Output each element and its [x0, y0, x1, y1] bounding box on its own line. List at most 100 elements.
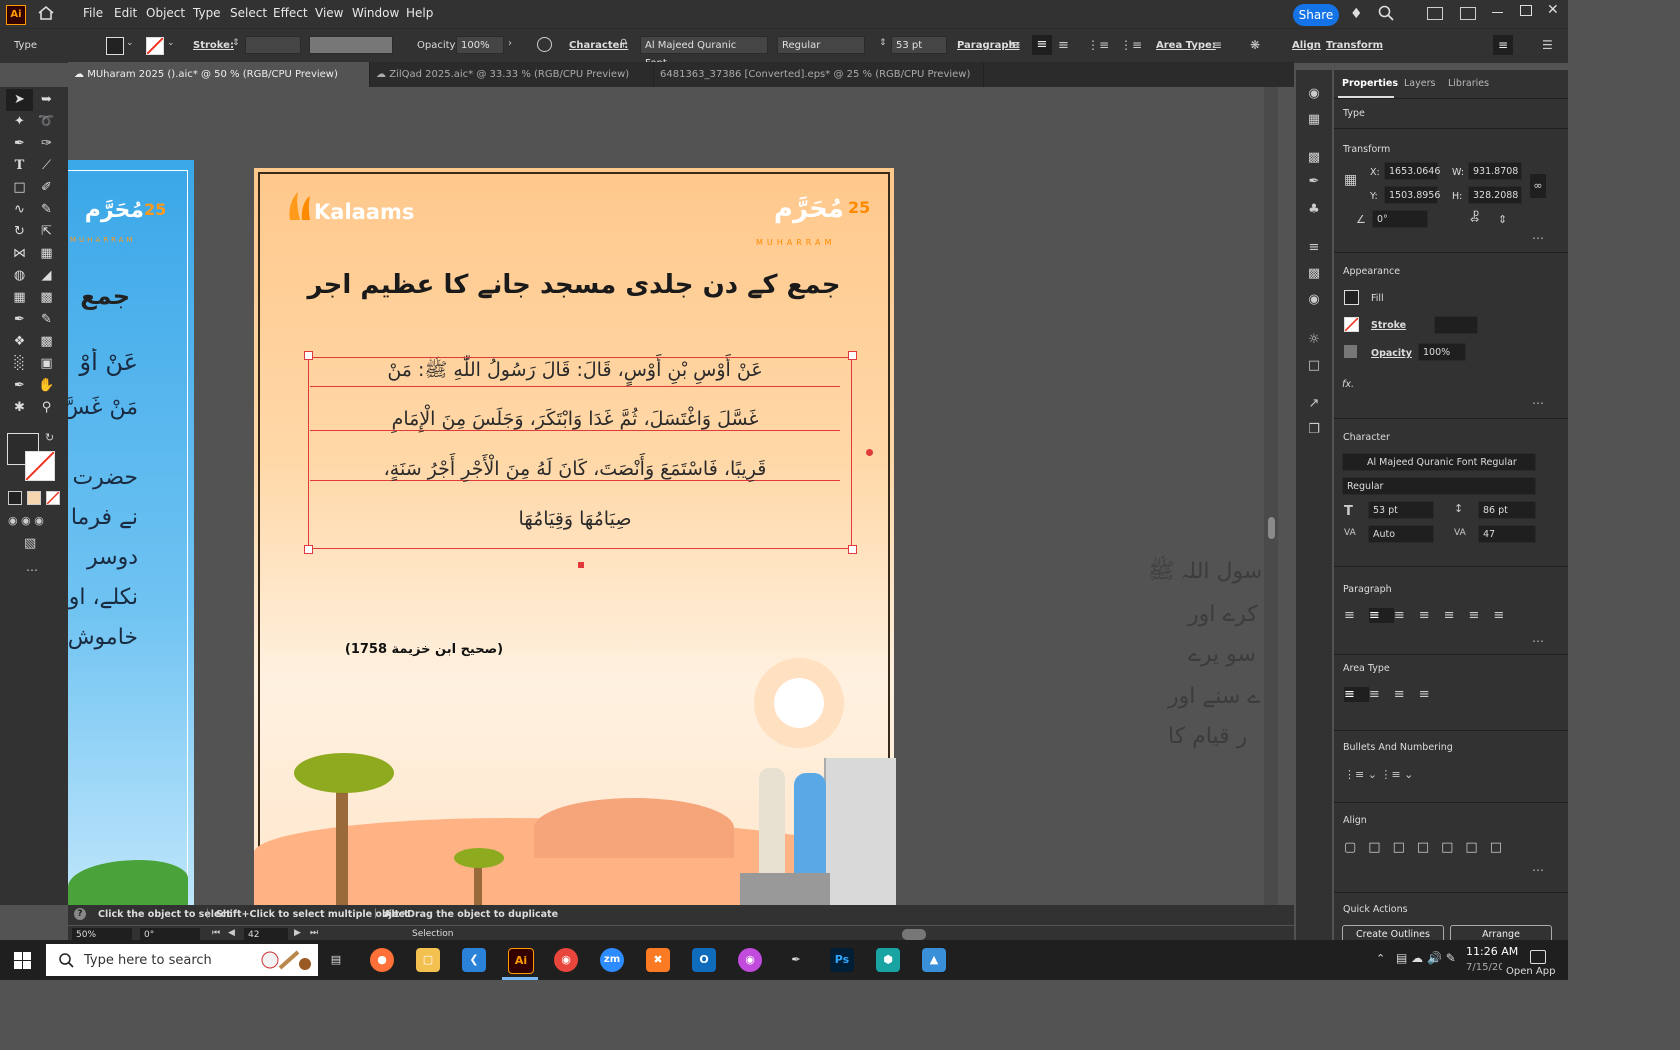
artboards-icon[interactable]: ❐ [1305, 422, 1323, 438]
panel-tab-layers[interactable]: Layers [1404, 78, 1435, 89]
align-right-icon[interactable]: ≡ [1058, 38, 1069, 53]
font-style-field[interactable]: Regular [777, 36, 865, 54]
tab-converted-eps[interactable]: 6481363_37386 [Converted].eps* @ 25 % (R… [654, 62, 984, 87]
swatches-icon[interactable]: ▩ [1305, 150, 1323, 166]
symbol-sprayer-tool-icon[interactable]: ▩ [33, 331, 60, 353]
width-tool-icon[interactable]: ⋈ [6, 243, 33, 265]
next-artboard-icon[interactable]: ▶ [294, 928, 301, 938]
font-family-field[interactable]: Al Majeed Quranic Font Regular [1342, 453, 1536, 471]
first-artboard-icon[interactable]: ⏮ [212, 928, 220, 938]
illustrator-taskbar-icon[interactable]: Ai [508, 948, 534, 974]
flip-vertical-icon[interactable]: ⇕ [1498, 213, 1507, 226]
last-artboard-icon[interactable]: ⏭ [310, 928, 318, 938]
chrome-icon[interactable]: ◉ [554, 948, 578, 972]
graphic-styles-icon[interactable]: □ [1305, 358, 1323, 374]
align-label[interactable]: Align [1292, 40, 1321, 51]
prev-artboard-icon[interactable]: ◀ [228, 928, 235, 938]
outlook-icon[interactable]: O [692, 948, 716, 972]
panel-options-icon[interactable]: ≡ [1493, 35, 1513, 55]
font-size-field[interactable]: 53 pt [891, 36, 947, 54]
numbering-icon[interactable]: ⋮≡ [1120, 38, 1142, 52]
recolor-icon[interactable] [537, 37, 552, 52]
magic-wand-tool-icon[interactable]: ✦ [6, 111, 33, 133]
stroke-label[interactable]: Stroke: [193, 40, 234, 51]
blend-tool-icon[interactable]: ❖ [6, 331, 33, 353]
measure-tool-icon[interactable]: ✎ [33, 309, 60, 331]
workspace-icon[interactable] [1460, 7, 1476, 20]
link-proportions-icon[interactable]: ∞ [1530, 174, 1546, 198]
photos-app-icon[interactable]: ▲ [922, 948, 946, 972]
opacity-field[interactable]: 100% [456, 36, 504, 54]
more-options-icon[interactable]: ⋯ [1532, 396, 1545, 410]
paragraph-align-icons[interactable]: ≡≡≡≡≡≡≡ [1344, 608, 1518, 623]
transparency-panel-icon[interactable]: ◉ [1305, 292, 1323, 308]
opacity-label[interactable]: Opacity [1371, 348, 1412, 359]
symbols-icon[interactable]: ♣ [1305, 202, 1323, 218]
tray-icons[interactable]: ▤ ☁ 🔊 ✎ [1396, 951, 1456, 965]
fill-swatch[interactable] [106, 37, 124, 55]
more-tools-icon[interactable]: ⋯ [26, 563, 38, 577]
taskbar-search-box[interactable]: Type here to search [46, 944, 318, 976]
align-center-icon[interactable]: ≡ [1368, 608, 1394, 623]
transform-label[interactable]: Transform [1326, 40, 1383, 51]
bullets-icons[interactable]: ⋮≡ ⌄ ⋮≡ ⌄ [1344, 768, 1413, 781]
file-explorer-icon[interactable]: ▢ [416, 948, 440, 972]
font-family-field[interactable]: Al Majeed Quranic Font... [640, 36, 768, 69]
flip-horizontal-icon[interactable]: ⇔ [1470, 213, 1479, 226]
search-icon[interactable] [1378, 5, 1394, 24]
rotate-tool-icon[interactable]: ↻ [6, 221, 33, 243]
tracking-field[interactable]: 47 [1478, 525, 1536, 543]
draw-mode-icon[interactable]: ◉ ◉ ◉ [8, 514, 44, 527]
font-size-field[interactable]: 53 pt [1368, 501, 1434, 519]
more-options-icon[interactable]: ⋯ [1532, 231, 1545, 245]
arrange-documents-icon[interactable] [1427, 7, 1443, 20]
rotate-field[interactable]: 0° [1372, 210, 1428, 228]
area-type-align-icons[interactable]: ≡≡≡≡ [1344, 687, 1444, 702]
windows-start-icon[interactable] [14, 952, 31, 969]
stroke-panel-icon[interactable]: ≡ [1305, 240, 1323, 256]
font-style-field[interactable]: Regular [1342, 477, 1536, 495]
menu-window[interactable]: Window [352, 6, 399, 20]
align-center-icon[interactable]: ≡ [1032, 35, 1052, 55]
text-selection-box[interactable] [308, 357, 852, 549]
leading-field[interactable]: 86 pt [1478, 501, 1536, 519]
chevron-down-icon[interactable]: ⌄ [167, 38, 175, 48]
area-type-icon[interactable]: ≡ [1212, 38, 1222, 52]
app-hexagon-icon[interactable]: ⬢ [876, 948, 900, 972]
type-tool-icon[interactable]: T [6, 155, 33, 177]
share-button[interactable]: Share [1293, 4, 1339, 26]
pen-tool-icon[interactable]: ✒ [6, 133, 33, 155]
w-field[interactable]: 931.8708 p [1468, 162, 1522, 195]
maximize-icon[interactable] [1520, 5, 1532, 16]
mesh-tool-icon[interactable]: ▦ [6, 287, 33, 309]
color-panel-icon[interactable]: ◉ [1305, 86, 1323, 102]
brushes-icon[interactable]: ✒ [1305, 174, 1323, 190]
eyedropper-tool-icon[interactable]: ✒ [6, 309, 33, 331]
area-type-label[interactable]: Area Type: [1156, 40, 1216, 51]
zoom-tool-icon[interactable]: ⚲ [33, 397, 60, 419]
bell-icon[interactable]: ♦ [1350, 6, 1363, 22]
line-tool-icon[interactable]: ⟋ [33, 155, 60, 177]
menu-view[interactable]: View [315, 6, 343, 20]
photoshop-icon[interactable]: Ps [830, 948, 854, 972]
gradient-tool-icon[interactable]: ▩ [33, 287, 60, 309]
selection-handle[interactable] [304, 351, 313, 360]
chevron-right-icon[interactable]: › [508, 38, 512, 49]
canvas[interactable]: 25 مُحَرَّم MUHARRAM جمع عَنْ أَوْ مَنْ … [68, 87, 1278, 905]
gradient-mode-icon[interactable] [27, 491, 41, 505]
menu-edit[interactable]: Edit [114, 6, 137, 20]
headline[interactable]: جمع کے دن جلدی مسجد جانے کا عظیم اجر [294, 270, 854, 300]
home-icon[interactable] [37, 5, 55, 21]
xampp-icon[interactable]: ✖ [646, 948, 670, 972]
opacity-field[interactable]: 100% [1418, 343, 1466, 361]
scroll-thumb[interactable] [1268, 517, 1275, 539]
more-options-icon[interactable]: ⋯ [1532, 863, 1545, 877]
selection-handle[interactable] [848, 545, 857, 554]
font-size-stepper[interactable]: ⇕ [879, 38, 887, 48]
panel-tab-libraries[interactable]: Libraries [1448, 78, 1489, 89]
tray-chevron-up-icon[interactable]: ⌃ [1376, 952, 1385, 965]
perspective-grid-tool-icon[interactable]: ◢ [33, 265, 60, 287]
stroke-weight-field[interactable] [245, 36, 301, 54]
zoom-app-icon[interactable]: zm [600, 948, 624, 972]
fx-label[interactable]: fx. [1342, 379, 1354, 390]
